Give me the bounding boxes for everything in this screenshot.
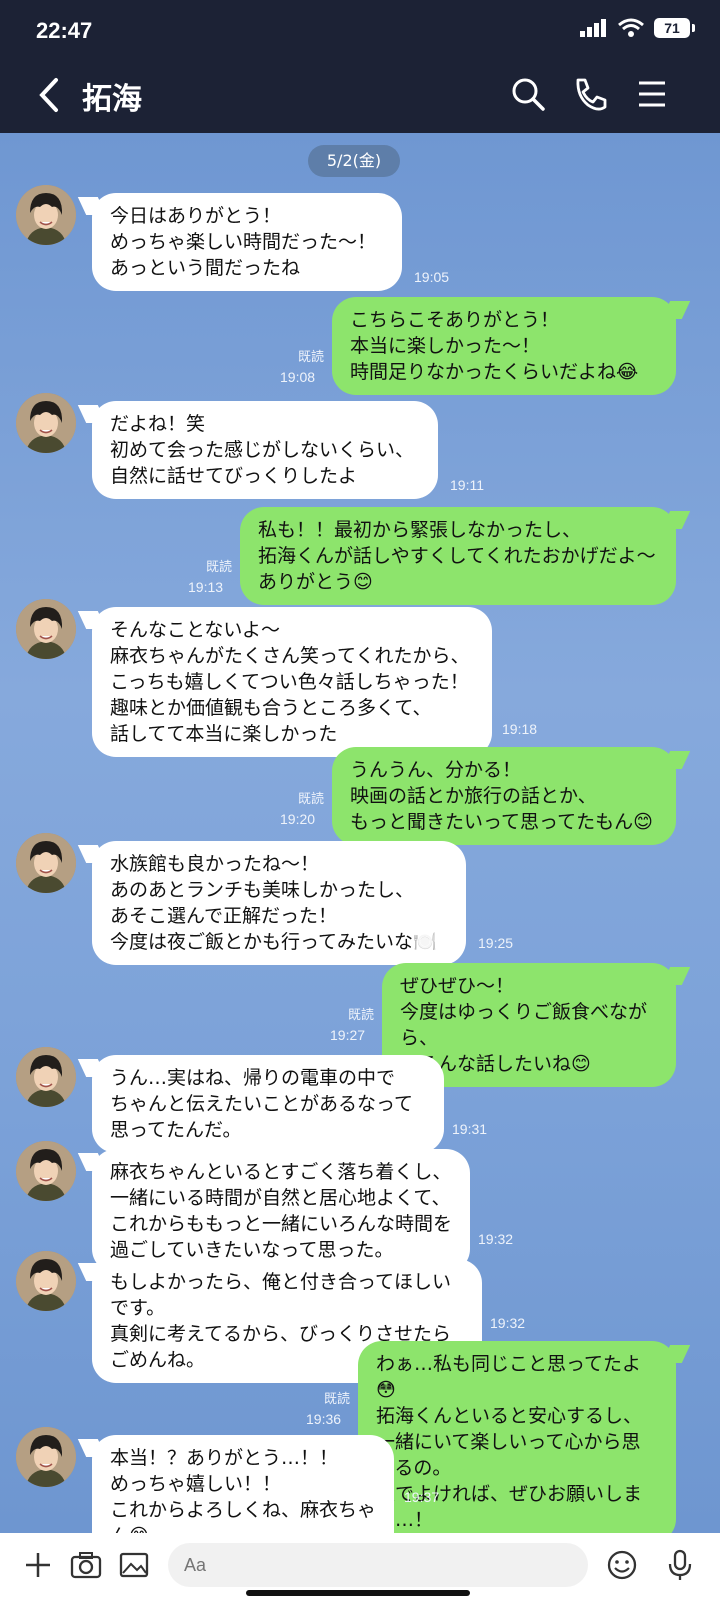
received-message[interactable]: うん…実はね、帰りの電車の中で ちゃんと伝えたいことがあるなって 思ってたんだ。: [92, 1055, 444, 1153]
read-receipt: 既読: [297, 792, 324, 807]
message-time: 19:27: [330, 1027, 366, 1043]
received-message[interactable]: 麻衣ちゃんといるとすごく落ち着くし、 一緒にいる時間が自然と居心地よくて、 これ…: [92, 1149, 470, 1273]
chat-header: 拓海: [0, 58, 720, 133]
read-receipt: 既読: [205, 560, 232, 575]
chat-title: 拓海: [82, 82, 142, 117]
status-icons: 71: [580, 18, 695, 38]
read-receipt: 既読: [297, 350, 324, 365]
read-receipt: 既読: [323, 1392, 350, 1407]
message-time: 19:37: [404, 1489, 440, 1505]
menu-icon[interactable]: [630, 72, 674, 116]
avatar[interactable]: [16, 1141, 76, 1201]
battery-indicator: 71: [654, 18, 695, 38]
avatar[interactable]: [16, 1251, 76, 1311]
camera-icon[interactable]: [68, 1547, 104, 1583]
avatar[interactable]: [16, 393, 76, 453]
message-time: 19:13: [188, 579, 224, 595]
avatar[interactable]: [16, 833, 76, 893]
message-time: 19:20: [280, 811, 316, 827]
mic-icon[interactable]: [662, 1547, 698, 1583]
received-message[interactable]: 本当！？ありがとう…！！ めっちゃ嬉しい！！ これからよろしくね、麻衣ちゃん😊: [92, 1435, 394, 1533]
status-bar: 22:47 71: [0, 0, 720, 58]
phone-icon[interactable]: [568, 72, 612, 116]
sent-message[interactable]: こちらこそありがとう！ 本当に楽しかった〜！ 時間足りなかったくらいだよね😂: [332, 297, 676, 395]
avatar[interactable]: [16, 185, 76, 245]
message-time: 19:25: [478, 935, 514, 951]
chevron-left-icon[interactable]: [30, 72, 70, 118]
date-separator: 5/2(金): [308, 145, 400, 177]
received-message[interactable]: そんなことないよ〜 麻衣ちゃんがたくさん笑ってくれたから、 こっちも嬉しくてつい…: [92, 607, 492, 757]
sent-message[interactable]: 私も！！最初から緊張しなかったし、 拓海くんが話しやすくしてくれたおかげだよ〜 …: [240, 507, 676, 605]
search-icon[interactable]: [506, 72, 550, 116]
plus-icon[interactable]: [20, 1547, 56, 1583]
avatar[interactable]: [16, 1047, 76, 1107]
chat-area[interactable]: 5/2(金) 今日はありがとう！ めっちゃ楽しい時間だった〜！ あっという間だっ…: [0, 133, 720, 1533]
message-time: 19:05: [414, 269, 450, 285]
message-time: 19:08: [280, 369, 316, 385]
wifi-icon: [618, 18, 644, 37]
message-time: 19:32: [490, 1315, 526, 1331]
status-time: 22:47: [36, 18, 93, 43]
avatar[interactable]: [16, 1427, 76, 1487]
received-message[interactable]: 水族館も良かったね〜！ あのあとランチも美味しかったし、 あそこ選んで正解だった…: [92, 841, 466, 965]
emoji-icon[interactable]: [604, 1547, 640, 1583]
message-time: 19:31: [452, 1121, 488, 1137]
home-indicator: [246, 1590, 470, 1596]
message-time: 19:32: [478, 1231, 514, 1247]
message-time: 19:11: [450, 477, 484, 493]
received-message[interactable]: 今日はありがとう！ めっちゃ楽しい時間だった〜！ あっという間だったね: [92, 193, 402, 291]
image-icon[interactable]: [116, 1547, 152, 1583]
read-receipt: 既読: [347, 1008, 374, 1023]
message-time: 19:36: [306, 1411, 342, 1427]
sent-message[interactable]: うんうん、分かる！ 映画の話とか旅行の話とか、 もっと聞きたいって思ってたもん😊: [332, 747, 676, 845]
received-message[interactable]: だよね！笑 初めて会った感じがしないくらい、 自然に話せてびっくりしたよ: [92, 401, 438, 499]
avatar[interactable]: [16, 599, 76, 659]
signal-icon: [580, 19, 606, 37]
message-time: 19:18: [502, 721, 538, 737]
message-input[interactable]: [168, 1543, 588, 1587]
